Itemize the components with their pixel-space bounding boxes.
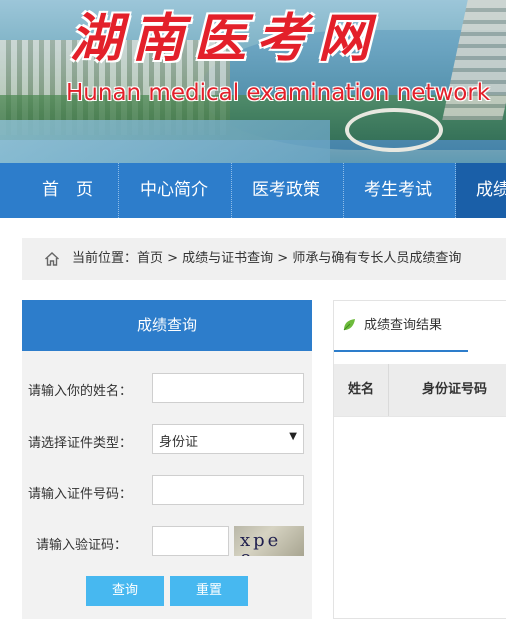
home-icon: [45, 252, 59, 266]
tab-score-results[interactable]: 成绩查询结果: [334, 301, 468, 352]
main-nav: 首 页 中心简介 医考政策 考生考试 成绩: [0, 163, 506, 218]
results-table-header: 姓名 身份证号码: [334, 364, 506, 416]
query-panel-title: 成绩查询: [22, 300, 312, 351]
dropdown-arrow-icon: ▼: [289, 431, 297, 442]
nav-item-scores[interactable]: 成绩: [456, 163, 506, 218]
site-banner: 湖南医考网 Hunan medical examination network: [0, 0, 506, 163]
nav-divider: [231, 163, 232, 218]
nav-item-policy[interactable]: 医考政策: [252, 163, 320, 218]
nav-item-exam[interactable]: 考生考试: [364, 163, 432, 218]
breadcrumb: 当前位置：首页 > 成绩与证书查询 > 师承与确有专长人员成绩查询: [22, 238, 506, 280]
id-number-input[interactable]: [152, 475, 304, 505]
nav-divider: [343, 163, 344, 218]
leaf-icon: [343, 319, 355, 331]
site-title-english: Hunan medical examination network: [66, 80, 491, 106]
score-query-panel: 成绩查询 请输入你的姓名： 请选择证件类型： 身份证 ▼ 请输入证件号码： 请输…: [22, 300, 312, 619]
name-label: 请输入你的姓名：: [28, 384, 133, 399]
id-type-selected-value: 身份证: [159, 435, 199, 450]
results-table-body: [334, 416, 506, 417]
nav-item-about[interactable]: 中心简介: [140, 163, 208, 218]
banner-shore-image: [0, 120, 330, 163]
site-title-chinese: 湖南医考网: [70, 8, 381, 69]
nav-item-home[interactable]: 首 页: [42, 163, 93, 218]
captcha-label: 请输入验证码：: [36, 538, 128, 553]
breadcrumb-prefix: 当前位置：: [72, 251, 138, 266]
id-number-label: 请输入证件号码：: [28, 487, 133, 502]
score-result-panel: 成绩查询结果 姓名 身份证号码: [333, 300, 506, 619]
id-type-label: 请选择证件类型：: [28, 436, 133, 451]
banner-roundabout-image: [345, 108, 443, 152]
tab-label: 成绩查询结果: [364, 318, 443, 333]
column-header-id-number: 身份证号码: [422, 382, 488, 397]
id-type-select[interactable]: 身份证 ▼: [152, 424, 304, 454]
breadcrumb-path[interactable]: 首页 > 成绩与证书查询 > 师承与确有专长人员成绩查询: [137, 251, 461, 266]
captcha-image-text: xpe 8: [240, 530, 282, 556]
name-input[interactable]: [152, 373, 304, 403]
column-header-name: 姓名: [334, 364, 389, 416]
captcha-input[interactable]: [152, 526, 229, 556]
captcha-image[interactable]: xpe 8: [234, 526, 304, 556]
reset-button[interactable]: 重置: [170, 576, 248, 606]
search-button[interactable]: 查询: [86, 576, 164, 606]
nav-divider: [118, 163, 119, 218]
